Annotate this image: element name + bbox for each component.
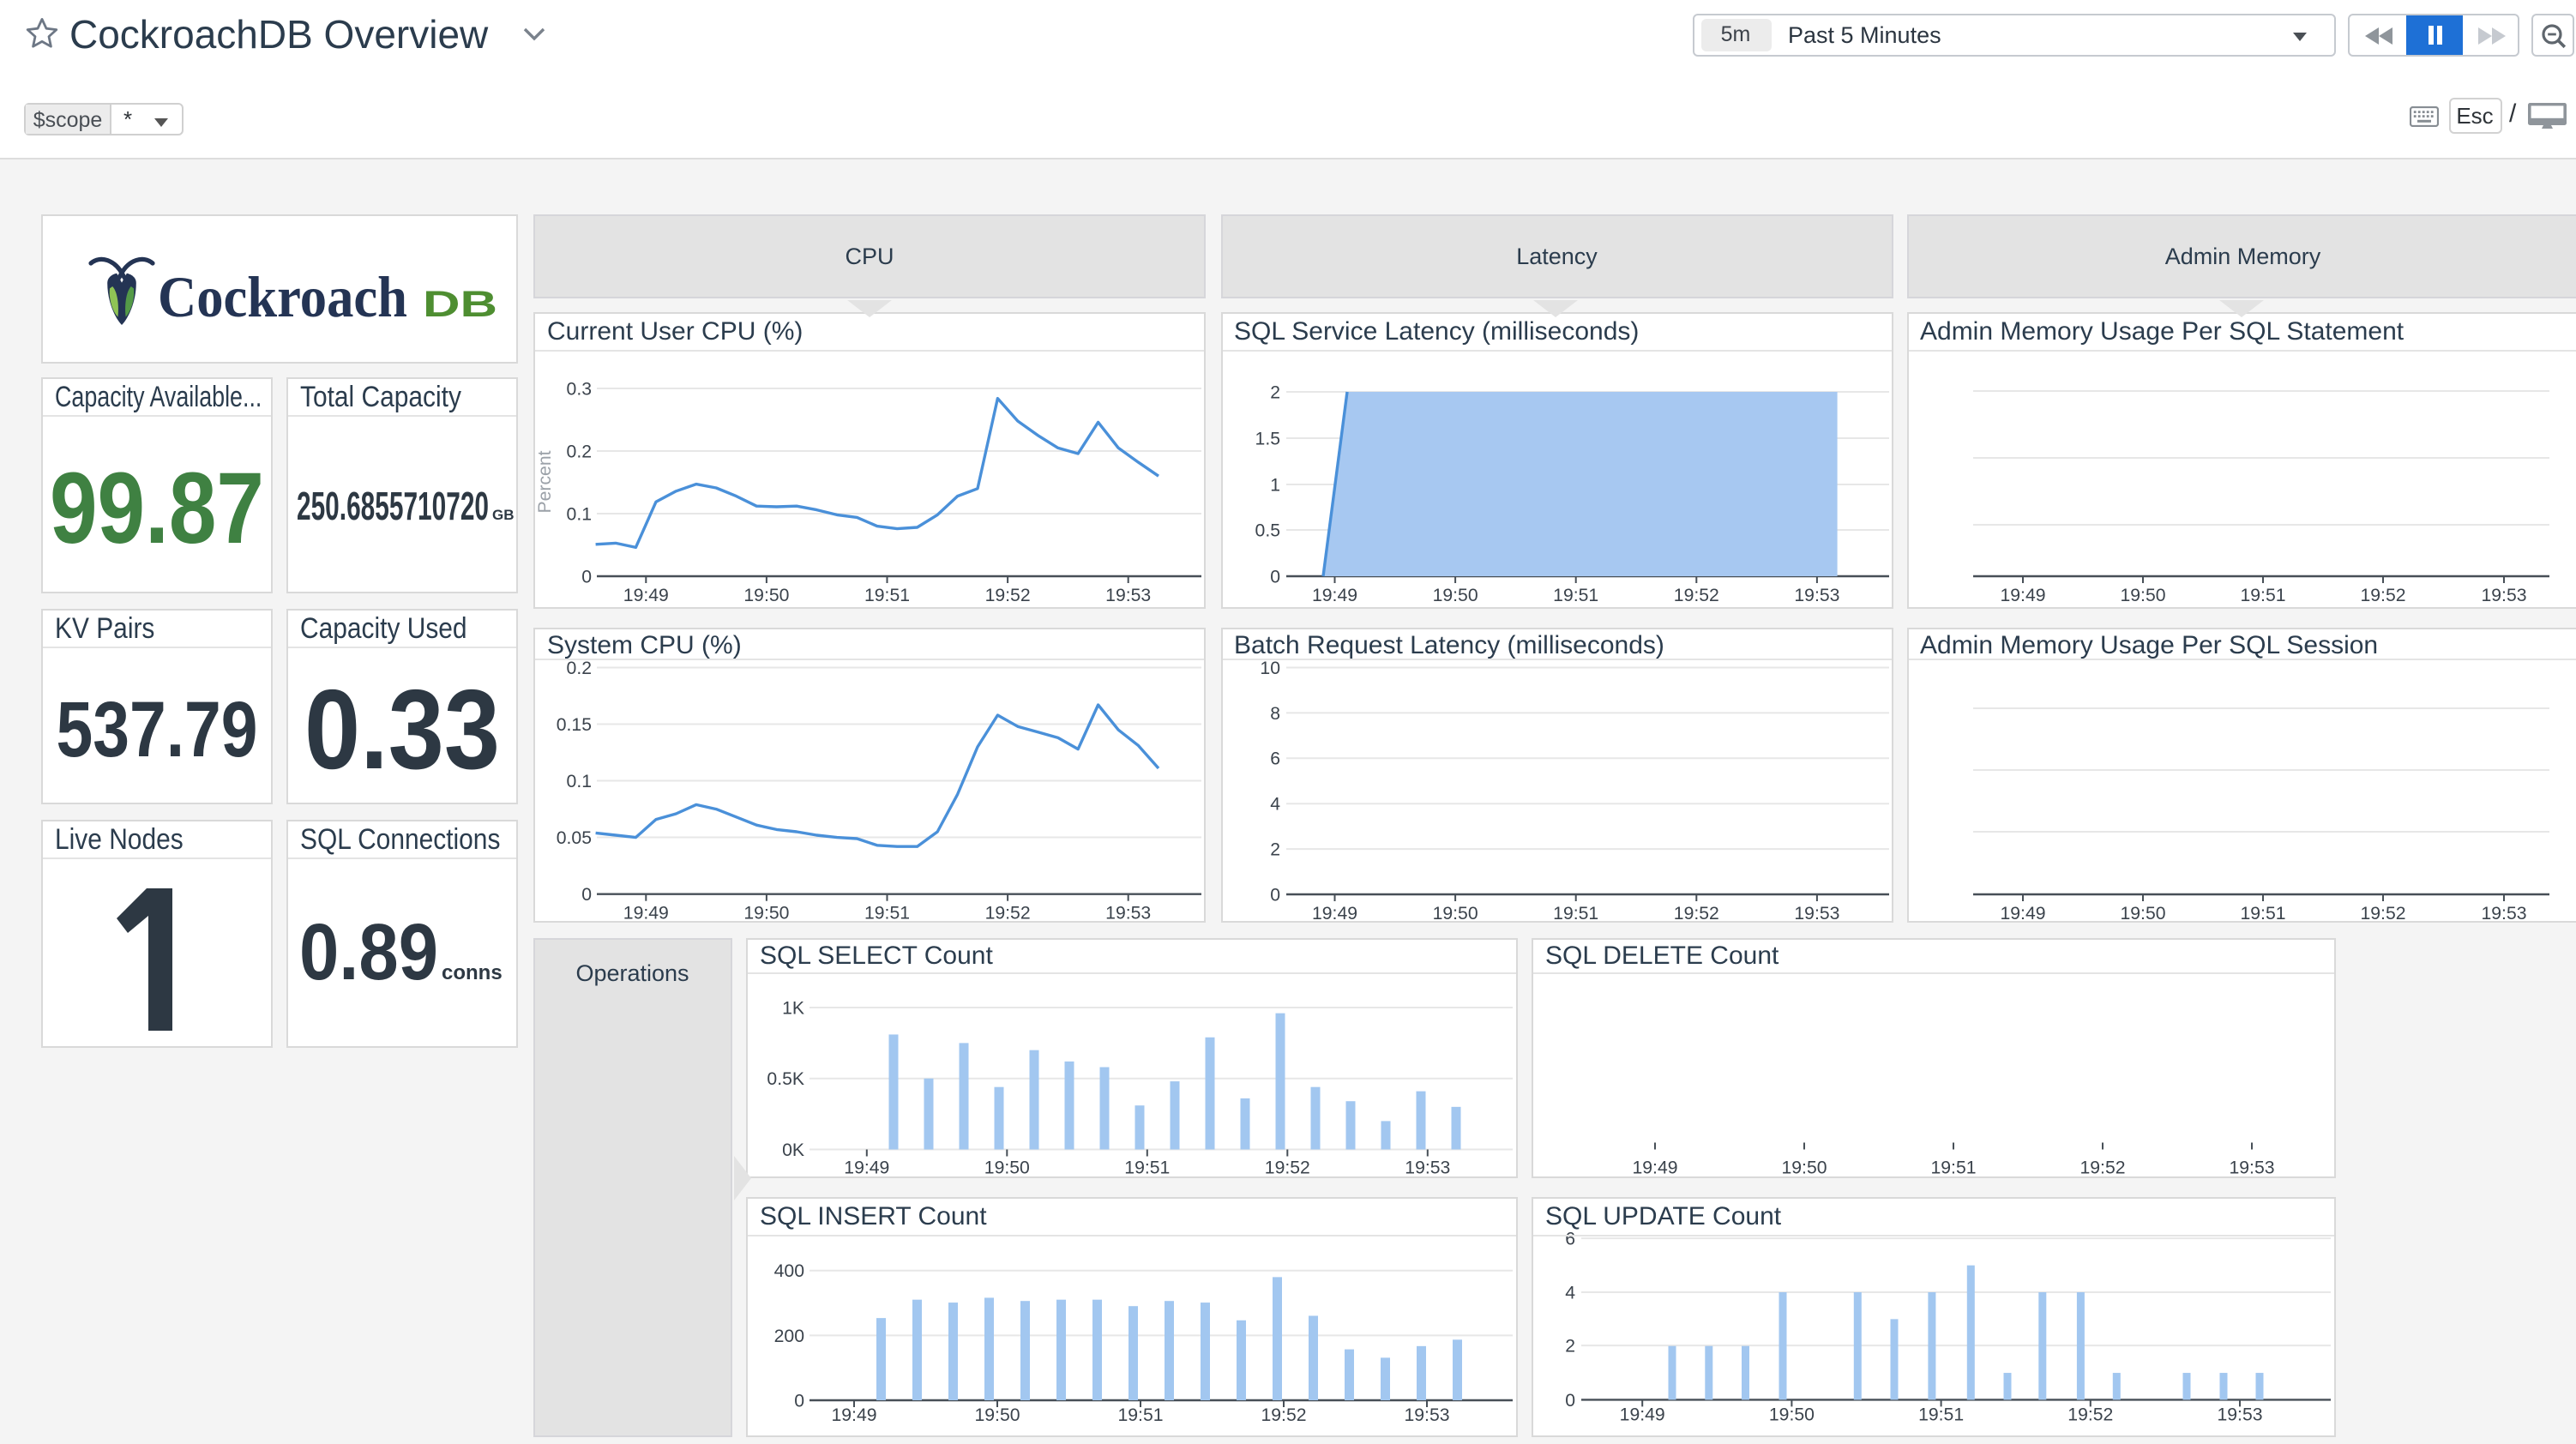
svg-text:0K: 0K bbox=[782, 1140, 804, 1160]
svg-text:Cockroach: Cockroach bbox=[157, 263, 406, 328]
svg-text:19:53: 19:53 bbox=[1404, 1405, 1449, 1425]
svg-text:19:52: 19:52 bbox=[2359, 904, 2404, 923]
svg-text:19:51: 19:51 bbox=[1124, 1158, 1170, 1178]
svg-text:19:49: 19:49 bbox=[1620, 1405, 1665, 1424]
svg-text:19:49: 19:49 bbox=[1999, 586, 2044, 605]
svg-text:conns: conns bbox=[441, 961, 502, 984]
svg-text:19:51: 19:51 bbox=[1117, 1405, 1163, 1425]
svg-text:537.79: 537.79 bbox=[56, 685, 257, 773]
svg-text:19:49: 19:49 bbox=[1632, 1158, 1677, 1178]
svg-text:19:52: 19:52 bbox=[1265, 1158, 1310, 1178]
svg-text:0: 0 bbox=[1565, 1391, 1575, 1411]
svg-text:200: 200 bbox=[774, 1327, 804, 1346]
svg-text:19:51: 19:51 bbox=[1918, 1405, 1964, 1424]
svg-text:19:53: 19:53 bbox=[1105, 586, 1151, 605]
svg-text:0.2: 0.2 bbox=[567, 442, 592, 461]
svg-text:19:51: 19:51 bbox=[864, 904, 910, 923]
svg-text:0.5K: 0.5K bbox=[767, 1069, 804, 1089]
svg-text:19:51: 19:51 bbox=[864, 586, 910, 605]
svg-text:19:51: 19:51 bbox=[1552, 904, 1598, 923]
svg-text:19:51: 19:51 bbox=[2239, 904, 2284, 923]
svg-text:19:50: 19:50 bbox=[984, 1158, 1030, 1178]
svg-text:0.3: 0.3 bbox=[567, 379, 592, 399]
svg-text:19:50: 19:50 bbox=[1781, 1158, 1827, 1178]
svg-text:0.05: 0.05 bbox=[557, 828, 592, 848]
svg-text:0: 0 bbox=[1269, 567, 1279, 587]
svg-text:2: 2 bbox=[1269, 382, 1279, 402]
svg-text:6: 6 bbox=[1269, 749, 1279, 769]
svg-text:2: 2 bbox=[1565, 1337, 1575, 1357]
svg-text:19:52: 19:52 bbox=[1261, 1405, 1306, 1425]
svg-text:19:50: 19:50 bbox=[1432, 904, 1478, 923]
svg-text:19:52: 19:52 bbox=[985, 904, 1031, 923]
svg-text:0.5: 0.5 bbox=[1255, 520, 1279, 540]
svg-text:99.87: 99.87 bbox=[49, 452, 263, 565]
svg-text:19:49: 19:49 bbox=[844, 1158, 889, 1178]
svg-text:0.89: 0.89 bbox=[298, 907, 437, 996]
svg-text:0.1: 0.1 bbox=[567, 504, 592, 524]
svg-text:19:50: 19:50 bbox=[1432, 586, 1478, 605]
svg-text:19:50: 19:50 bbox=[974, 1405, 1020, 1425]
svg-text:19:53: 19:53 bbox=[2480, 904, 2525, 923]
svg-text:19:53: 19:53 bbox=[2480, 586, 2525, 605]
svg-text:GB: GB bbox=[491, 507, 514, 523]
svg-text:19:51: 19:51 bbox=[2239, 586, 2284, 605]
svg-text:19:52: 19:52 bbox=[1673, 586, 1718, 605]
svg-text:19:52: 19:52 bbox=[2067, 1405, 2113, 1424]
svg-text:19:53: 19:53 bbox=[1105, 904, 1151, 923]
svg-text:19:49: 19:49 bbox=[1311, 904, 1357, 923]
svg-text:19:50: 19:50 bbox=[1769, 1405, 1815, 1424]
svg-text:Percent: Percent bbox=[535, 450, 555, 513]
svg-text:19:50: 19:50 bbox=[2119, 904, 2164, 923]
svg-text:0.1: 0.1 bbox=[567, 772, 592, 791]
svg-text:19:49: 19:49 bbox=[623, 904, 669, 923]
svg-text:19:49: 19:49 bbox=[831, 1405, 876, 1425]
svg-text:19:50: 19:50 bbox=[743, 586, 789, 605]
svg-text:250.6855710720: 250.6855710720 bbox=[296, 484, 488, 528]
svg-text:0: 0 bbox=[581, 567, 592, 587]
svg-text:0: 0 bbox=[794, 1391, 804, 1411]
svg-text:2: 2 bbox=[1269, 840, 1279, 860]
svg-text:19:51: 19:51 bbox=[1930, 1158, 1976, 1178]
svg-text:0: 0 bbox=[581, 885, 592, 905]
svg-text:1K: 1K bbox=[782, 998, 804, 1018]
svg-text:19:53: 19:53 bbox=[1793, 586, 1839, 605]
svg-text:19:50: 19:50 bbox=[2119, 586, 2164, 605]
svg-text:19:52: 19:52 bbox=[985, 586, 1031, 605]
svg-text:0.33: 0.33 bbox=[304, 665, 499, 791]
svg-text:19:53: 19:53 bbox=[2229, 1158, 2274, 1178]
svg-text:19:52: 19:52 bbox=[2079, 1158, 2125, 1178]
svg-text:0.2: 0.2 bbox=[567, 659, 592, 678]
svg-text:0.15: 0.15 bbox=[557, 715, 592, 735]
svg-text:19:49: 19:49 bbox=[1999, 904, 2044, 923]
svg-text:19:53: 19:53 bbox=[1405, 1158, 1450, 1178]
svg-text:19:53: 19:53 bbox=[1793, 904, 1839, 923]
svg-text:1: 1 bbox=[1269, 475, 1279, 495]
svg-text:4: 4 bbox=[1565, 1283, 1575, 1303]
svg-text:19:50: 19:50 bbox=[743, 904, 789, 923]
svg-text:4: 4 bbox=[1269, 795, 1279, 815]
svg-text:DB: DB bbox=[422, 283, 497, 324]
svg-text:1.5: 1.5 bbox=[1255, 429, 1279, 448]
svg-text:8: 8 bbox=[1269, 704, 1279, 724]
svg-text:19:52: 19:52 bbox=[1673, 904, 1718, 923]
svg-text:19:53: 19:53 bbox=[2217, 1405, 2262, 1424]
svg-text:19:49: 19:49 bbox=[1311, 586, 1357, 605]
svg-text:0: 0 bbox=[1269, 885, 1279, 905]
svg-text:19:51: 19:51 bbox=[1552, 586, 1598, 605]
svg-text:19:52: 19:52 bbox=[2359, 586, 2404, 605]
svg-text:400: 400 bbox=[774, 1261, 804, 1281]
svg-text:10: 10 bbox=[1259, 659, 1279, 678]
svg-text:19:49: 19:49 bbox=[623, 586, 669, 605]
